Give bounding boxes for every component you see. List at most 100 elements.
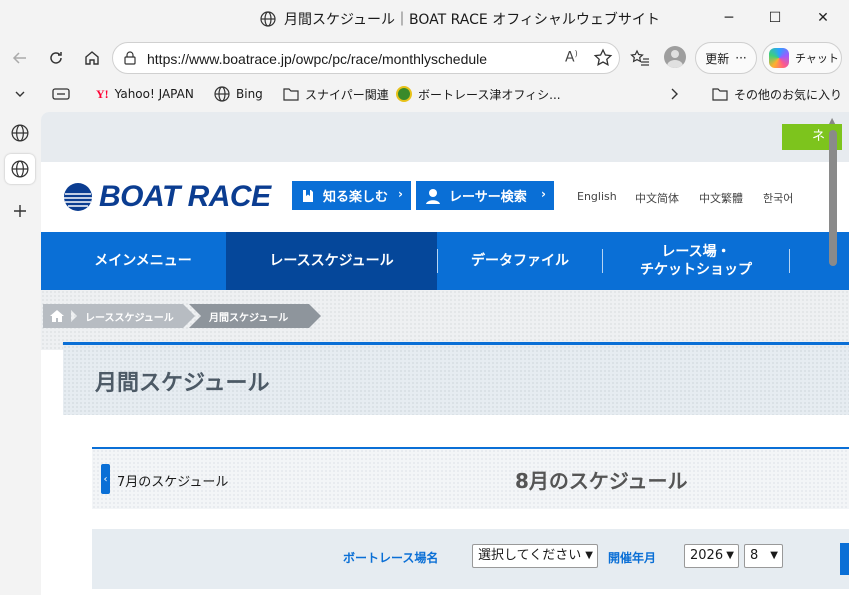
browser-window: 月間スケジュール｜BOAT RACE オフィシャルウェブサイト ─ ☐ ✕ ht… [0, 0, 849, 595]
favorites-button[interactable] [626, 44, 654, 72]
lang-chinese-simplified[interactable]: 中文简体 [635, 190, 679, 206]
chevron-down-icon: ▼ [770, 550, 778, 561]
maximize-button[interactable]: ☐ [752, 0, 798, 36]
plus-icon [14, 205, 26, 217]
chevron-down-icon: ▼ [726, 550, 734, 561]
refresh-button[interactable] [42, 44, 70, 72]
back-arrow-icon [12, 52, 26, 64]
venue-select[interactable]: 選択してください ▼ [472, 544, 598, 568]
breadcrumb-monthly-schedule: 月間スケジュール [189, 304, 321, 328]
chevron-right-icon: › [541, 187, 546, 201]
favorite-label: Bing [236, 87, 263, 101]
nav-separator [789, 249, 790, 273]
page-title: 月間スケジュール [95, 371, 270, 396]
nav-data-file[interactable]: データファイル [438, 232, 602, 290]
favorite-label: スナイパー関連 [305, 87, 389, 102]
prev-month-label[interactable]: 7月のスケジュール [117, 471, 228, 490]
nav-race-schedule[interactable]: レーススケジュール [226, 232, 437, 290]
sidebar-tab-1[interactable] [5, 118, 35, 148]
other-favorites-folder[interactable]: その他のお気に入り [712, 84, 842, 104]
lang-chinese-traditional[interactable]: 中文繁體 [699, 190, 743, 206]
window-title-text: 月間スケジュール｜BOAT RACE オフィシャルウェブサイト [284, 12, 660, 28]
scroll-up-icon[interactable]: ▲ [829, 116, 835, 125]
close-button[interactable]: ✕ [800, 0, 846, 36]
site-logo[interactable]: BOAT RACE [61, 180, 271, 214]
racer-search-button[interactable]: レーサー検索 › [416, 181, 554, 210]
back-button[interactable] [6, 44, 34, 72]
favorite-item-tsu[interactable]: ボートレース津オフィシ... [396, 84, 561, 104]
home-icon [85, 51, 99, 65]
favorites-list-icon [630, 49, 649, 66]
favorite-item-bing[interactable]: Bing [214, 84, 263, 104]
tsu-icon [396, 86, 412, 102]
sidebar-collapse-button[interactable] [6, 80, 34, 108]
globe-icon [11, 124, 29, 142]
copilot-icon [769, 48, 789, 68]
year-select-value: 2026 [690, 548, 724, 563]
user-icon [667, 50, 683, 68]
racer-icon [426, 188, 440, 204]
title-bar: 月間スケジュール｜BOAT RACE オフィシャルウェブサイト ─ ☐ ✕ [0, 0, 849, 36]
page-scrollbar[interactable]: ▲ [829, 116, 837, 592]
favorites-overflow-button[interactable] [668, 84, 680, 104]
site-header: BOAT RACE 知る楽しむ › レーサー検索 › English 中文简体 … [41, 162, 849, 232]
favorite-item-card[interactable] [52, 84, 70, 104]
lang-english[interactable]: English [577, 190, 617, 203]
read-aloud-icon[interactable]: A) [565, 49, 578, 66]
browser-sidebar [0, 112, 40, 595]
update-label: 更新 [705, 51, 730, 66]
favorites-bar: Y! Yahoo! JAPAN Bing スナイパー関連 ボートレース津オフィシ… [0, 80, 849, 108]
nav-venue-ticket-shop[interactable]: レース場・ チケットショップ [603, 232, 789, 290]
globe-icon [11, 160, 29, 178]
breadcrumb-race-schedule[interactable]: レーススケジュール [65, 304, 195, 328]
sidebar-new-tab-button[interactable] [5, 196, 35, 226]
address-bar[interactable]: https://www.boatrace.jp/owpc/pc/race/mon… [112, 42, 620, 74]
month-navigation: ‹ 7月のスケジュール 8月のスケジュール [92, 447, 849, 509]
search-panel: ボートレース場名 選択してください ▼ 開催年月 2026 ▼ 8 ▼ [92, 529, 849, 589]
chevron-down-icon [15, 91, 25, 97]
globe-icon [260, 11, 276, 27]
lock-icon [124, 51, 136, 65]
chevron-right-icon [671, 88, 678, 100]
venue-label: ボートレース場名 [343, 551, 439, 565]
prev-month-button[interactable]: ‹ [101, 464, 110, 494]
minimize-button[interactable]: ─ [706, 0, 752, 36]
breadcrumb: レーススケジュール 月間スケジュール [41, 290, 849, 350]
folder-icon [283, 88, 299, 101]
update-button[interactable]: 更新 ··· [695, 42, 757, 74]
enjoy-button[interactable]: 知る楽しむ › [292, 181, 411, 210]
month-select[interactable]: 8 ▼ [744, 544, 783, 568]
copilot-chat-button[interactable]: チャット [762, 42, 842, 74]
favorite-star-icon[interactable] [593, 48, 613, 68]
search-submit-button[interactable] [840, 543, 849, 575]
venue-select-value: 選択してください [478, 548, 582, 563]
globe-icon [214, 86, 230, 102]
logo-text: BOAT RACE [99, 180, 271, 213]
chevron-right-icon: › [398, 187, 403, 201]
top-strip: ネ [41, 112, 849, 162]
home-icon [50, 310, 64, 322]
window-title: 月間スケジュール｜BOAT RACE オフィシャルウェブサイト [260, 9, 660, 29]
favorite-item-yahoo[interactable]: Y! Yahoo! JAPAN [96, 84, 194, 104]
boatrace-logo-icon [64, 183, 92, 211]
racer-search-label: レーサー検索 [449, 190, 527, 205]
sidebar-tab-2[interactable] [5, 154, 35, 184]
chevron-down-icon: ▼ [585, 550, 593, 561]
profile-avatar[interactable] [664, 46, 686, 68]
more-icon: ··· [735, 51, 747, 65]
scroll-thumb[interactable] [829, 130, 837, 266]
refresh-icon [50, 52, 62, 64]
book-icon [303, 189, 313, 202]
other-favorites-label: その他のお気に入り [734, 87, 843, 102]
favorite-item-sniper[interactable]: スナイパー関連 [283, 84, 389, 104]
period-label: 開催年月 [608, 551, 657, 565]
nav-main-menu[interactable]: メインメニュー [71, 232, 215, 290]
favorite-label: ボートレース津オフィシ... [418, 87, 561, 102]
home-button[interactable] [78, 44, 106, 72]
folder-icon [712, 88, 728, 101]
main-nav: メインメニュー レーススケジュール データファイル レース場・ チケットショップ [41, 232, 849, 290]
page-title-box: 月間スケジュール [63, 342, 849, 415]
lang-korean[interactable]: 한국어 [763, 190, 793, 206]
breadcrumb-home[interactable] [43, 304, 71, 328]
year-select[interactable]: 2026 ▼ [684, 544, 739, 568]
